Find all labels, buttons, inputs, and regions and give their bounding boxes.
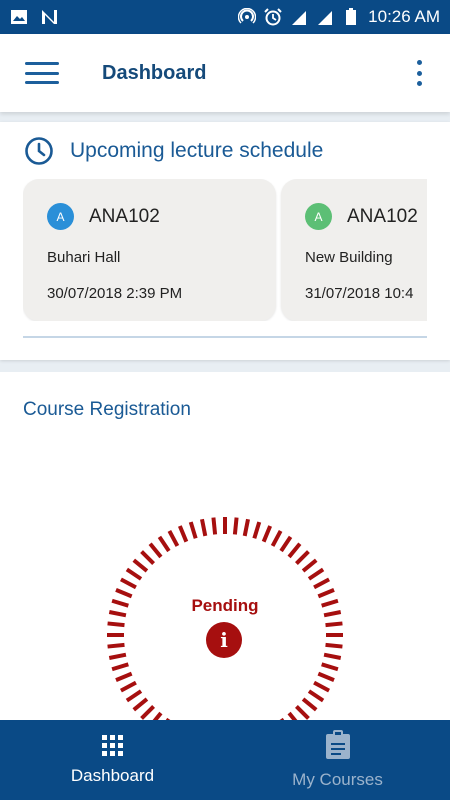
status-ring-tick [307, 567, 325, 581]
status-ring-tick [252, 521, 262, 539]
status-ring-tick [261, 525, 273, 543]
lecture-venue: New Building [305, 249, 393, 266]
nav-dashboard[interactable]: Dashboard [0, 720, 225, 800]
signal-3g-icon [292, 11, 307, 25]
status-ring-tick [307, 689, 325, 703]
n-icon [42, 10, 57, 24]
status-ring-tick [313, 577, 331, 590]
page-title: Dashboard [102, 61, 207, 84]
status-ring-tick [325, 642, 343, 649]
bottom-navigation: Dashboard My Courses [0, 720, 450, 800]
status-ring-tick [188, 521, 198, 539]
status-ring-tick [132, 697, 149, 712]
status-ring-tick [108, 652, 127, 660]
status-ring-tick [323, 652, 342, 660]
status-ring-tick [132, 558, 149, 573]
lecture-schedule-title: Upcoming lecture schedule [70, 139, 324, 162]
image-icon [11, 10, 27, 24]
lecture-schedule-section: Upcoming lecture schedule A ANA102 Buhar… [0, 122, 450, 360]
app-bar: Dashboard [0, 34, 450, 112]
apps-grid-icon [102, 734, 123, 756]
nav-my-courses-label: My Courses [292, 770, 383, 789]
status-ring-tick [301, 697, 318, 712]
status-bar: 10:26 AM [0, 0, 450, 34]
status-ring-tick [200, 518, 208, 537]
nav-dashboard-label: Dashboard [70, 765, 155, 785]
status-ring-tick [119, 577, 137, 590]
status-ring-tick [140, 705, 155, 720]
lecture-card[interactable]: A ANA102 New Building 31/07/2018 10:4 [281, 179, 427, 321]
battery-icon [346, 8, 357, 25]
lecture-datetime: 30/07/2018 2:39 PM [47, 285, 183, 302]
more-vert-icon[interactable] [414, 60, 424, 86]
lecture-venue: Buhari Hall [47, 249, 121, 266]
registration-status-ring [107, 517, 343, 732]
status-ring-tick [325, 621, 343, 628]
status-ring-tick [313, 680, 331, 693]
status-ring-tick [148, 542, 163, 559]
status-ring-tick [242, 518, 250, 537]
lecture-cards-carousel[interactable]: A ANA102 Buhari Hall 30/07/2018 2:39 PM … [23, 179, 427, 321]
alarm-icon [264, 8, 282, 26]
status-ring-tick [107, 621, 125, 628]
status-ring-tick [211, 517, 218, 535]
status-time: 10:26 AM [368, 7, 440, 26]
status-ring-tick [107, 642, 125, 649]
status-ring-tick [295, 705, 310, 720]
status-ring-tick [279, 535, 293, 553]
course-avatar: A [305, 203, 332, 230]
status-ring-tick [232, 517, 239, 535]
hamburger-menu-icon[interactable] [25, 62, 59, 84]
status-ring-tick [177, 525, 189, 543]
signal-icon [318, 11, 333, 25]
status-ring-tick [125, 567, 143, 581]
status-ring-tick [140, 550, 155, 565]
hotspot-icon [238, 8, 257, 24]
course-code: ANA102 [89, 205, 160, 227]
section-divider [23, 336, 427, 338]
clock-icon [25, 137, 53, 165]
info-icon[interactable]: i [206, 622, 242, 658]
status-ring-tick [119, 680, 137, 693]
course-avatar: A [47, 203, 74, 230]
status-ring-tick [157, 535, 171, 553]
status-ring-tick [295, 550, 310, 565]
status-ring-tick [111, 662, 129, 672]
nav-my-courses[interactable]: My Courses [225, 720, 450, 800]
course-registration-section: Course Registration Pending i [0, 372, 450, 732]
registration-status-label: Pending [191, 596, 259, 615]
lecture-datetime: 31/07/2018 10:4 [305, 285, 414, 302]
status-ring-tick [301, 558, 318, 573]
status-ring-tick [167, 529, 180, 547]
status-ring-tick [115, 671, 133, 683]
course-code: ANA102 [347, 205, 418, 227]
status-ring-tick [287, 542, 302, 559]
clipboard-icon [325, 730, 350, 759]
status-ring-tick [270, 529, 283, 547]
lecture-card[interactable]: A ANA102 Buhari Hall 30/07/2018 2:39 PM [23, 179, 276, 321]
status-ring-tick [125, 689, 143, 703]
lecture-schedule-header: Upcoming lecture schedule [24, 136, 450, 166]
status-ring-tick [317, 671, 335, 683]
status-ring-tick [321, 662, 339, 672]
